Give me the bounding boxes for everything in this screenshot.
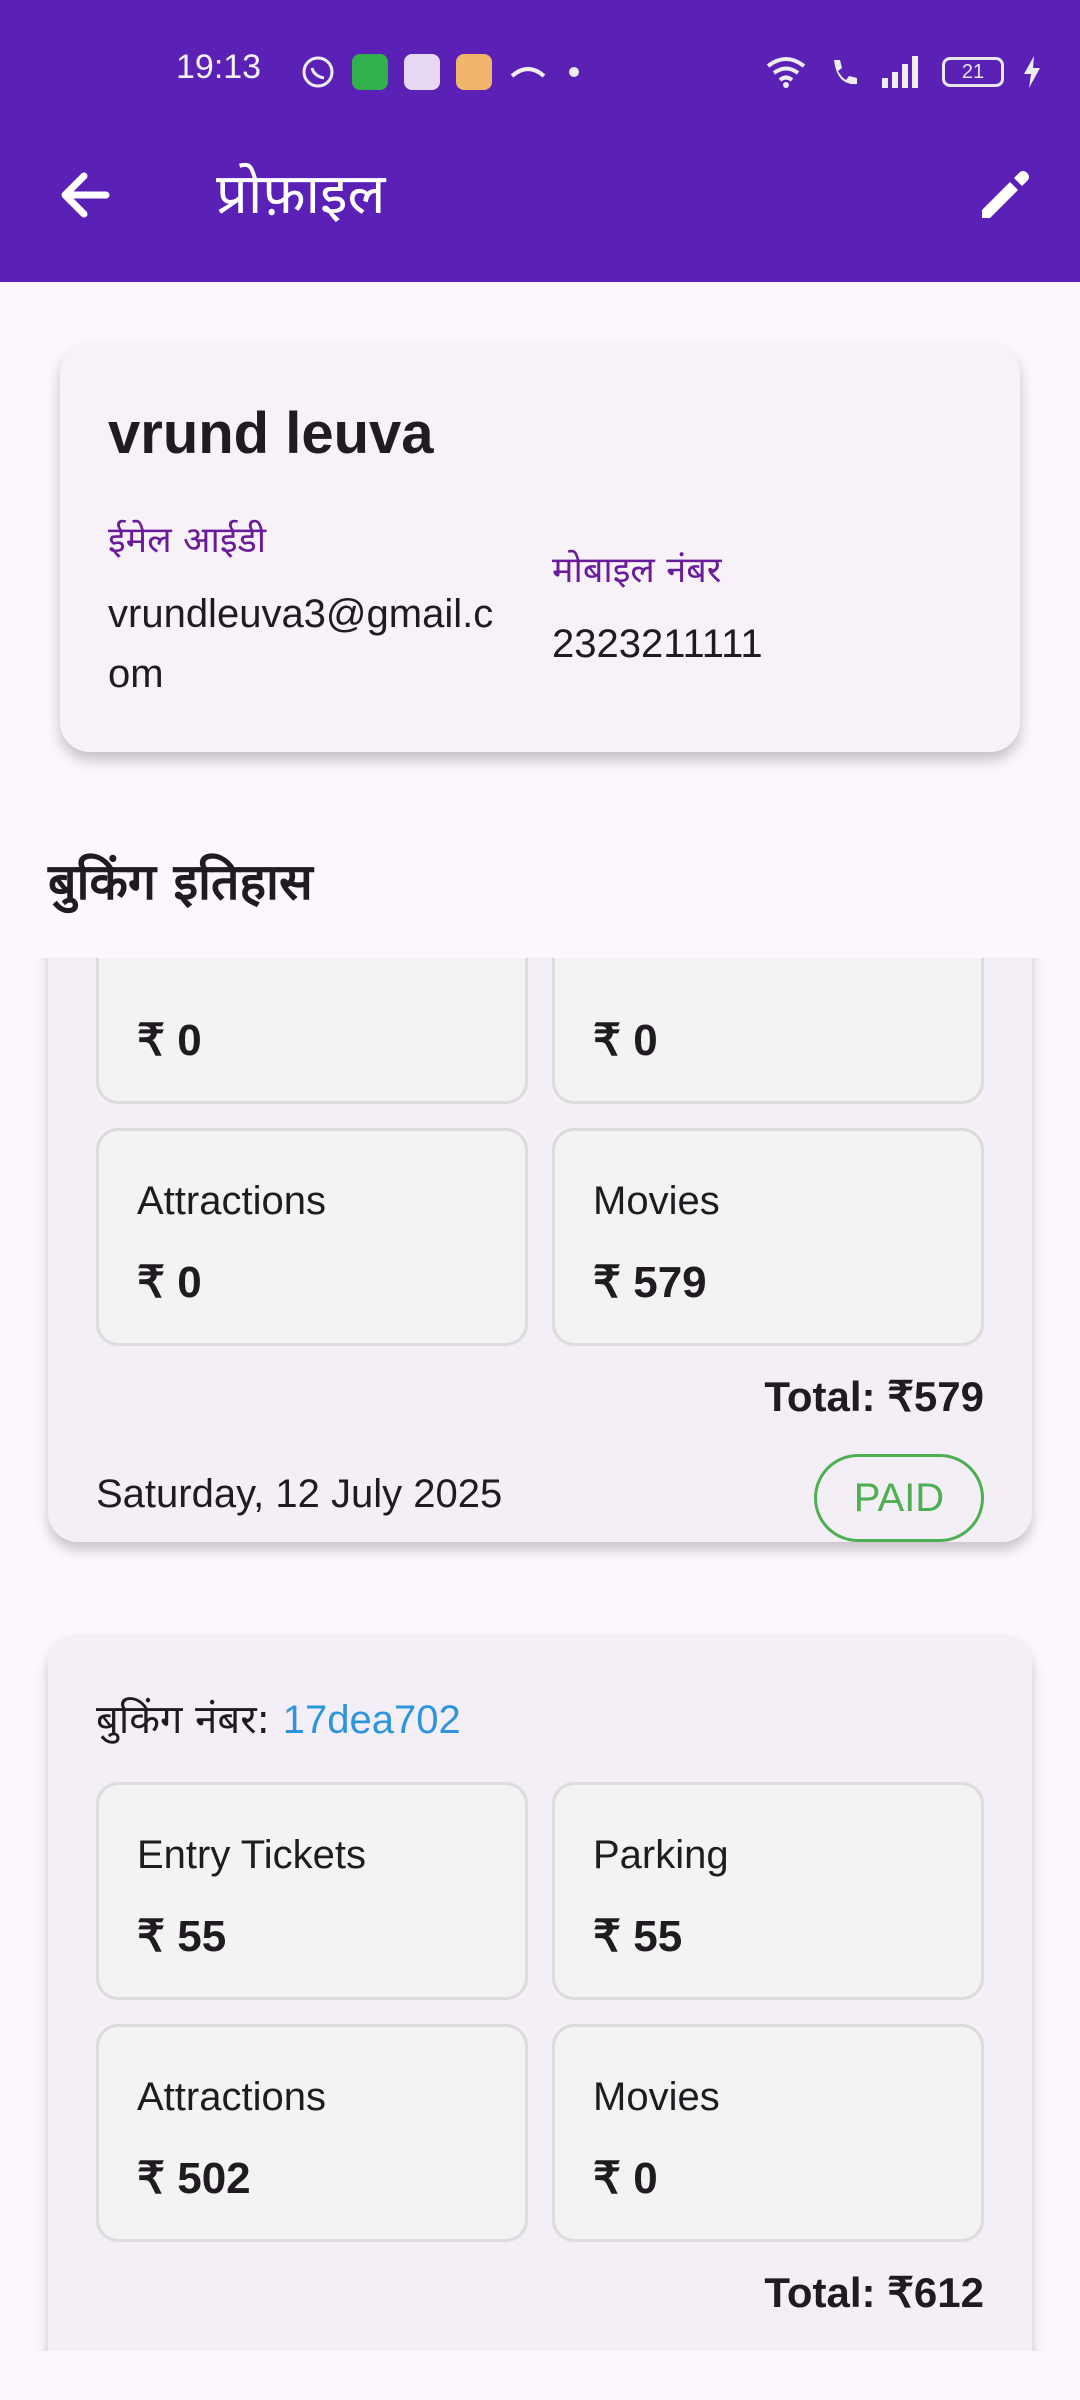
- top-header: 19:13 21 प्रोफ़ाइल: [0, 0, 1080, 282]
- dot-icon: [569, 67, 579, 77]
- tile-amount: ₹ 502: [137, 2154, 251, 2203]
- notification-icons: [300, 52, 584, 92]
- booking-tile: Attractions ₹ 502: [96, 2024, 528, 2242]
- profile-card: vrund leuva ईमेल आईडी vrundleuva3@gmail.…: [60, 344, 1020, 752]
- booking-tile: ₹ 0: [552, 958, 984, 1104]
- booking-tile: Attractions ₹ 0: [96, 1128, 528, 1346]
- email-value-line2: om: [108, 652, 164, 696]
- email-label: ईमेल आईडी: [108, 520, 267, 561]
- booking-total: Total: ₹579: [764, 1373, 984, 1420]
- booking-tile: Movies ₹ 0: [552, 2024, 984, 2242]
- tile-amount: ₹ 0: [593, 1016, 658, 1065]
- booking-tile: Entry Tickets ₹ 55: [96, 1782, 528, 2000]
- arrow-back-icon[interactable]: [50, 160, 120, 230]
- amazon-icon: [456, 54, 492, 90]
- tile-amount: ₹ 0: [137, 1258, 202, 1307]
- tile-label: Parking: [593, 1833, 729, 1877]
- page-title: प्रोफ़ाइल: [216, 162, 386, 227]
- tile-amount: ₹ 55: [593, 1912, 683, 1961]
- app-bar: प्रोफ़ाइल: [0, 130, 1080, 260]
- status-badge: PAID: [814, 1454, 984, 1542]
- mobile-value: 2323211111: [552, 622, 763, 666]
- booking-card[interactable]: बुकिंग नंबर: 17dea702 Entry Tickets ₹ 55…: [48, 1634, 1032, 2351]
- purple-app-icon: [404, 54, 440, 90]
- charging-icon: [1024, 56, 1040, 88]
- missed-call-icon: [510, 67, 546, 78]
- booking-tile: Parking ₹ 55: [552, 1782, 984, 2000]
- tile-amount: ₹ 579: [593, 1258, 707, 1307]
- signal-icon: [882, 56, 918, 88]
- booking-number: बुकिंग नंबर: 17dea702: [96, 1690, 461, 1745]
- tile-label: Attractions: [137, 2075, 326, 2119]
- tile-amount: ₹ 0: [593, 2154, 658, 2203]
- tile-amount: ₹ 0: [137, 1016, 202, 1065]
- tile-label: Movies: [593, 2075, 720, 2119]
- booking-number-label: बुकिंग नंबर:: [96, 1697, 283, 1743]
- booking-card[interactable]: ₹ 0 ₹ 0 Attractions ₹ 0 Movies ₹ 579 Tot…: [48, 958, 1032, 1542]
- booking-total: Total: ₹612: [764, 2269, 984, 2316]
- tile-amount: ₹ 55: [137, 1912, 227, 1961]
- status-time: 19:13: [176, 48, 262, 86]
- system-icons: 21: [764, 52, 1042, 92]
- booking-tile: ₹ 0: [96, 958, 528, 1104]
- green-app-icon: [352, 54, 388, 90]
- status-bar: 19:13 21: [0, 42, 1080, 102]
- profile-name: vrund leuva: [108, 401, 434, 466]
- email-value-line1: vrundleuva3@gmail.c: [108, 592, 494, 636]
- booking-history-list[interactable]: ₹ 0 ₹ 0 Attractions ₹ 0 Movies ₹ 579 Tot…: [0, 958, 1080, 2351]
- battery-icon: 21: [942, 57, 1004, 87]
- wifi-icon: [766, 57, 806, 88]
- tile-label: Movies: [593, 1179, 720, 1223]
- whatsapp-icon: [302, 56, 334, 88]
- tile-label: Attractions: [137, 1179, 326, 1223]
- wifi-calling-icon: [834, 60, 857, 85]
- booking-number-link[interactable]: 17dea702: [283, 1698, 461, 1742]
- tile-label: Entry Tickets: [137, 1833, 366, 1877]
- booking-date: Saturday, 12 July 2025: [96, 1472, 503, 1516]
- mobile-label: मोबाइल नंबर: [552, 550, 722, 591]
- booking-history-title: बुकिंग इतिहास: [48, 853, 313, 911]
- edit-pencil-icon[interactable]: [970, 160, 1040, 230]
- booking-tile: Movies ₹ 579: [552, 1128, 984, 1346]
